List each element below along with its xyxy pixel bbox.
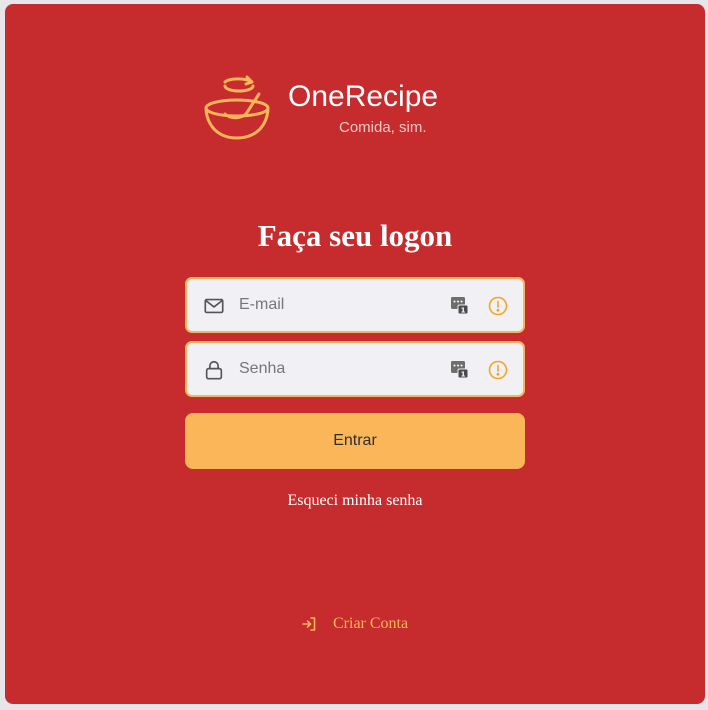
bowl-whisk-icon: [204, 75, 270, 140]
warning-icon: [488, 360, 508, 380]
svg-text:1: 1: [461, 371, 466, 379]
password-manager-icon[interactable]: 1: [450, 295, 470, 315]
email-input[interactable]: [239, 279, 439, 331]
password-manager-icon[interactable]: 1: [450, 359, 470, 379]
sign-in-icon: [302, 617, 316, 631]
brand-name: OneRecipe: [288, 80, 439, 113]
login-heading: Faça seu logon: [257, 218, 453, 253]
password-field[interactable]: 1: [185, 341, 525, 397]
forgot-password-link[interactable]: Esqueci minha senha: [5, 492, 705, 510]
brand-logo: OneRecipe Comida, sim.: [201, 74, 461, 146]
mail-icon: [204, 298, 224, 314]
login-card: OneRecipe Comida, sim. Faça seu logon 1: [5, 4, 705, 704]
submit-button[interactable]: Entrar: [185, 413, 525, 469]
lock-icon: [205, 360, 223, 380]
create-account-label: Criar Conta: [333, 615, 409, 632]
email-field[interactable]: 1: [185, 277, 525, 333]
create-account-link[interactable]: Criar Conta: [301, 613, 408, 635]
password-input[interactable]: [239, 343, 439, 395]
warning-icon: [488, 296, 508, 316]
brand-tagline: Comida, sim.: [339, 119, 427, 136]
svg-text:1: 1: [461, 307, 466, 315]
